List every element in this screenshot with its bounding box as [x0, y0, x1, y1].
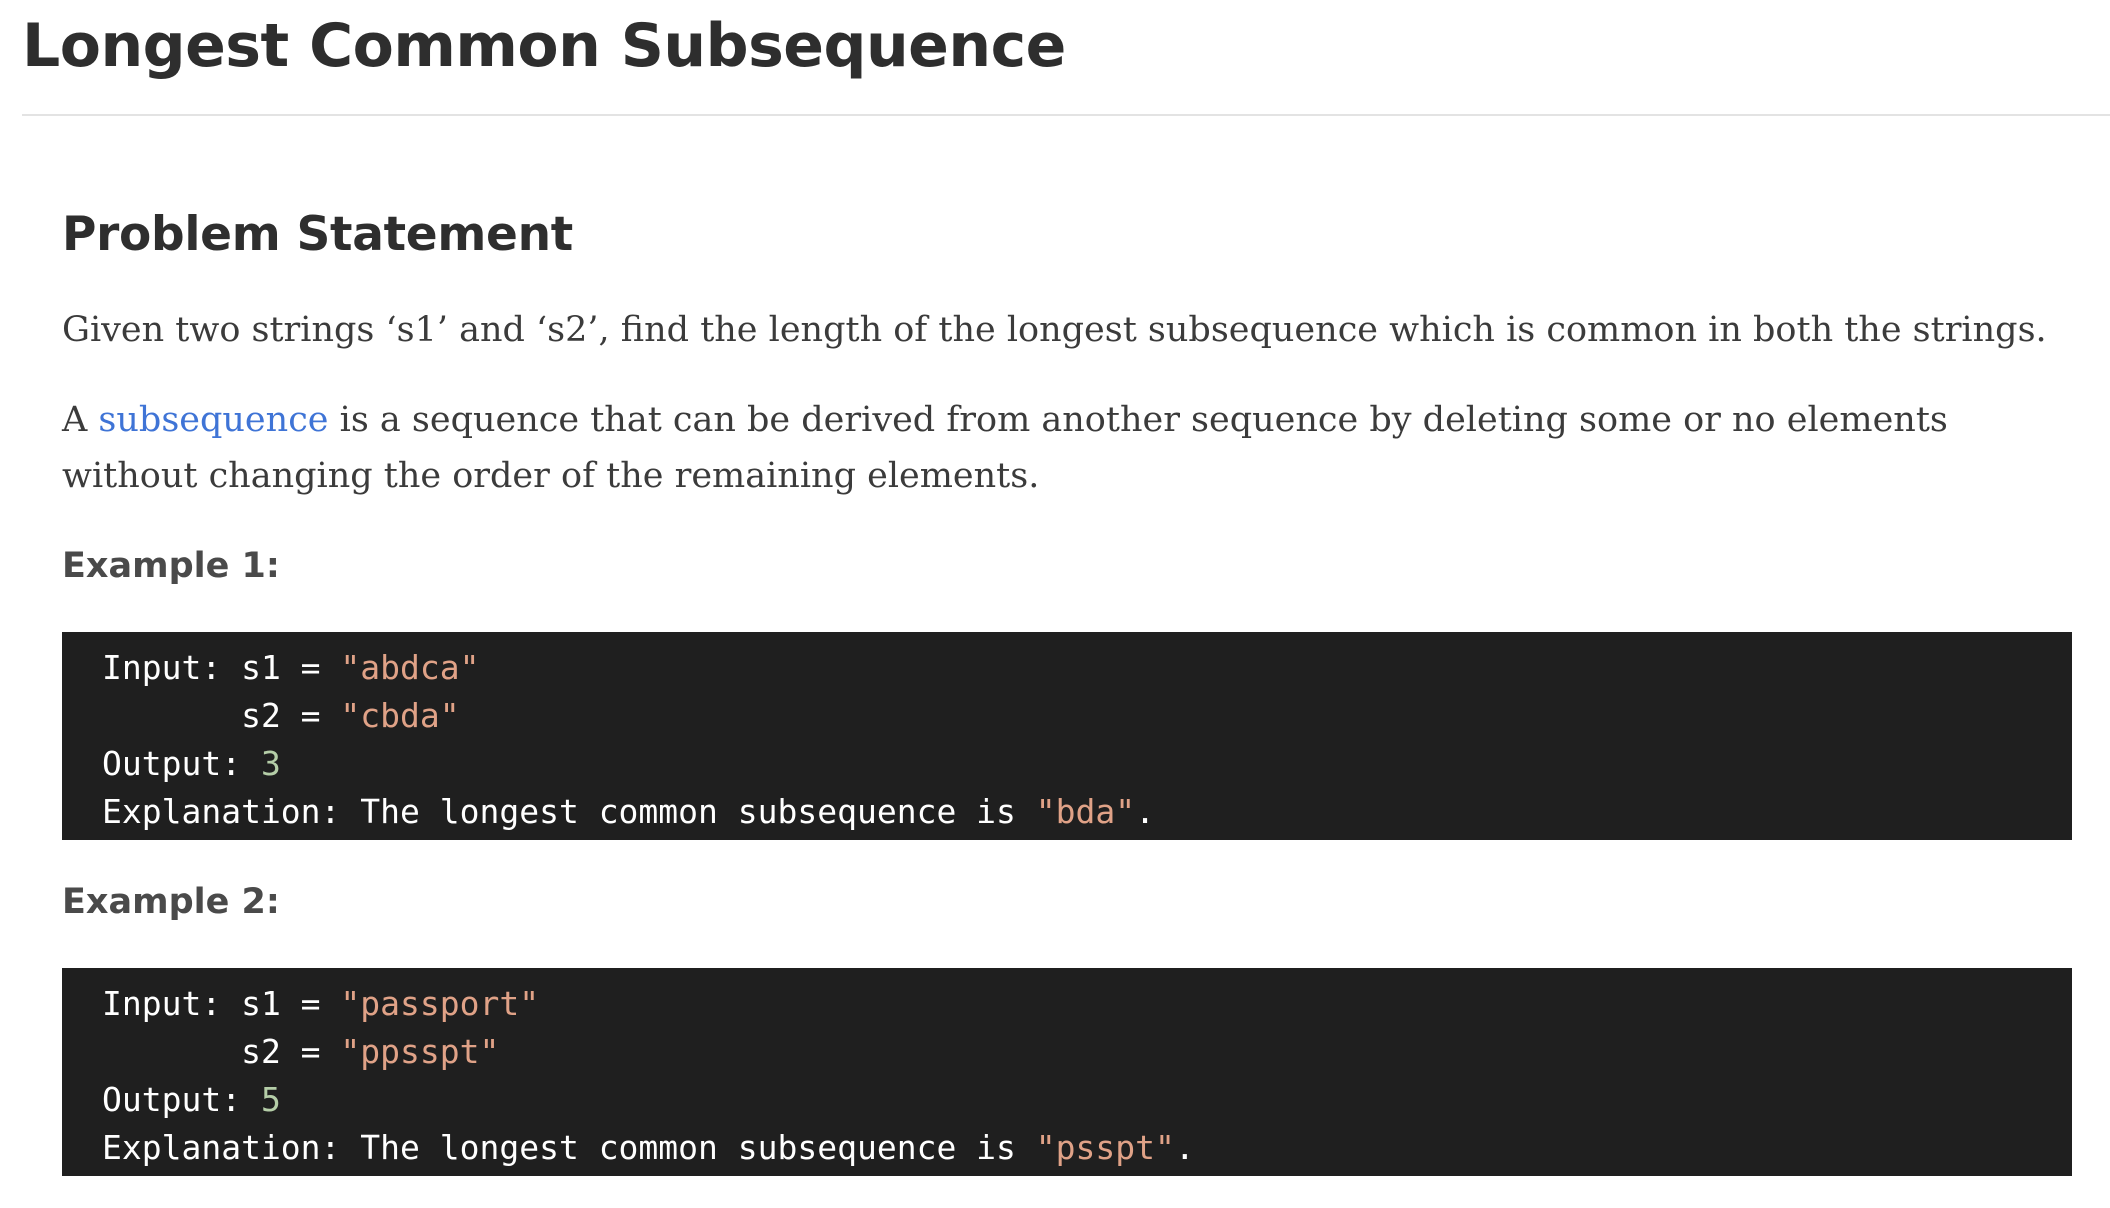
example-1-heading: Example 1:: [62, 546, 280, 586]
s2-label: s2 =: [102, 696, 341, 735]
article-page: Longest Common Subsequence Problem State…: [0, 0, 2110, 1208]
code-line-s2: s2 = "ppsspt": [102, 1028, 2072, 1076]
explanation-end: .: [1174, 1128, 1195, 1167]
code-line-s2: s2 = "cbda": [102, 692, 2072, 740]
explanation-value: "bda": [1035, 792, 1136, 831]
output-label: Output:: [102, 1080, 261, 1119]
output-value: 3: [260, 744, 281, 783]
example-2-heading: Example 2:: [62, 882, 280, 922]
s2-value: "cbda": [340, 696, 460, 735]
code-line-output: Output: 5: [102, 1076, 2072, 1124]
example-1-code-block: Input: s1 = "abdca" s2 = "cbda" Output: …: [62, 632, 2072, 840]
title-divider: [22, 114, 2110, 116]
output-label: Output:: [102, 744, 261, 783]
output-value: 5: [260, 1080, 281, 1119]
s1-value: "passport": [340, 984, 540, 1023]
s1-value: "abdca": [340, 648, 480, 687]
page-title: Longest Common Subsequence: [22, 11, 1066, 81]
explanation-label: Explanation: The longest common subseque…: [102, 1128, 1036, 1167]
s2-value: "ppsspt": [340, 1032, 500, 1071]
s2-label: s2 =: [102, 1032, 341, 1071]
problem-description: Given two strings ‘s1’ and ‘s2’, find th…: [62, 310, 2047, 350]
input-label: Input: s1 =: [102, 984, 341, 1023]
explanation-label: Explanation: The longest common subseque…: [102, 792, 1036, 831]
definition-suffix: is a sequence that can be derived from a…: [62, 400, 1948, 496]
explanation-value: "psspt": [1035, 1128, 1175, 1167]
code-line-input: Input: s1 = "passport": [102, 980, 2072, 1028]
code-line-explanation: Explanation: The longest common subseque…: [102, 788, 2072, 836]
subsequence-link[interactable]: subsequence: [98, 400, 328, 440]
code-line-explanation: Explanation: The longest common subseque…: [102, 1124, 2072, 1172]
code-line-input: Input: s1 = "abdca": [102, 644, 2072, 692]
problem-statement-heading: Problem Statement: [62, 207, 573, 262]
input-label: Input: s1 =: [102, 648, 341, 687]
subsequence-definition: A subsequence is a sequence that can be …: [62, 392, 2072, 504]
example-2-code-block: Input: s1 = "passport" s2 = "ppsspt" Out…: [62, 968, 2072, 1176]
explanation-end: .: [1135, 792, 1155, 831]
definition-prefix: A: [62, 400, 99, 440]
code-line-output: Output: 3: [102, 740, 2072, 788]
